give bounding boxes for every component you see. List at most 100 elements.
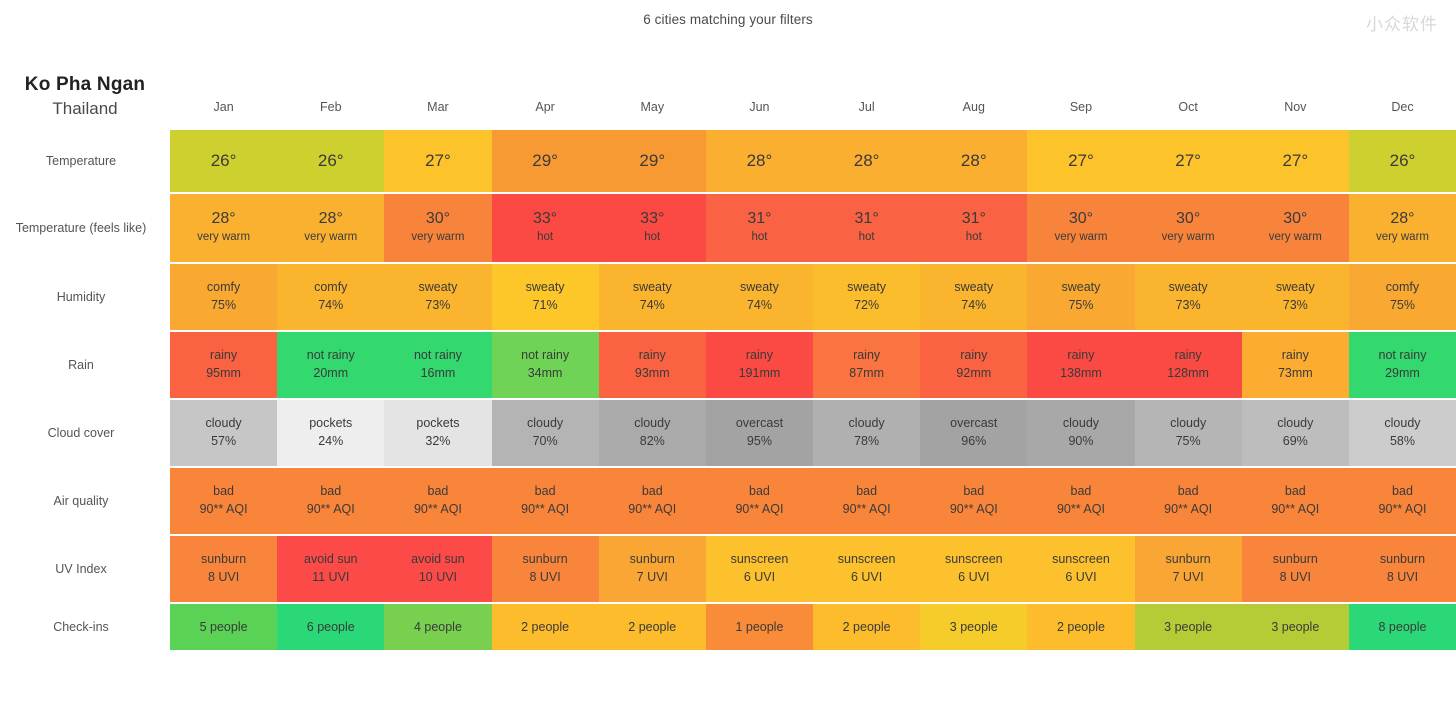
cell-air-quality-mar[interactable]: bad 90** AQI (384, 468, 492, 534)
cell-cloud-cover-oct[interactable]: cloudy 75% (1134, 400, 1242, 466)
cell-cloud-cover-apr[interactable]: cloudy 70% (491, 400, 599, 466)
cell-uv-index-feb[interactable]: avoid sun 11 UVI (277, 536, 385, 602)
cell-temperature-nov[interactable]: 27° (1241, 130, 1349, 192)
cell-humidity-sep[interactable]: sweaty 75% (1027, 264, 1135, 330)
cell-cloud-cover-may[interactable]: cloudy 82% (598, 400, 706, 466)
cell-temperature-jan[interactable]: 26° (170, 130, 278, 192)
cell-humidity-feb[interactable]: comfy 74% (277, 264, 385, 330)
row-label-air-quality[interactable]: Air quality (0, 468, 170, 534)
cell-temperature-feels-like-apr[interactable]: 33° hot (491, 194, 599, 262)
row-label-uv-index[interactable]: UV Index (0, 536, 170, 602)
cell-temperature-apr[interactable]: 29° (491, 130, 599, 192)
cell-cloud-cover-feb[interactable]: pockets 24% (277, 400, 385, 466)
cell-humidity-dec[interactable]: comfy 75% (1348, 264, 1456, 330)
cell-check-ins-apr[interactable]: 2 people (491, 604, 599, 650)
cell-temperature-feels-like-nov[interactable]: 30° very warm (1241, 194, 1349, 262)
cell-check-ins-feb[interactable]: 6 people (277, 604, 385, 650)
cell-uv-index-jan[interactable]: sunburn 8 UVI (170, 536, 278, 602)
month-label-jun[interactable]: Jun (706, 100, 813, 114)
cell-rain-jun[interactable]: rainy 191mm (705, 332, 814, 398)
cell-humidity-may[interactable]: sweaty 74% (598, 264, 706, 330)
cell-cloud-cover-aug[interactable]: overcast 96% (920, 400, 1028, 466)
cell-rain-aug[interactable]: rainy 92mm (920, 332, 1028, 398)
month-label-apr[interactable]: Apr (492, 100, 599, 114)
cell-temperature-mar[interactable]: 27° (384, 130, 492, 192)
cell-uv-index-apr[interactable]: sunburn 8 UVI (491, 536, 599, 602)
cell-check-ins-jul[interactable]: 2 people (813, 604, 921, 650)
cell-humidity-oct[interactable]: sweaty 73% (1134, 264, 1242, 330)
cell-rain-jul[interactable]: rainy 87mm (813, 332, 921, 398)
cell-uv-index-aug[interactable]: sunscreen 6 UVI (920, 536, 1028, 602)
cell-check-ins-jun[interactable]: 1 people (705, 604, 814, 650)
cell-humidity-jul[interactable]: sweaty 72% (813, 264, 921, 330)
cell-air-quality-oct[interactable]: bad 90** AQI (1134, 468, 1242, 534)
cell-cloud-cover-nov[interactable]: cloudy 69% (1241, 400, 1349, 466)
row-label-temperature-feels-like[interactable]: Temperature (feels like) (0, 194, 170, 262)
cell-temperature-feels-like-jul[interactable]: 31° hot (813, 194, 921, 262)
cell-temperature-dec[interactable]: 26° (1348, 130, 1456, 192)
row-label-check-ins[interactable]: Check-ins (0, 604, 170, 650)
cell-check-ins-jan[interactable]: 5 people (170, 604, 278, 650)
month-label-aug[interactable]: Aug (920, 100, 1027, 114)
cell-air-quality-jun[interactable]: bad 90** AQI (705, 468, 814, 534)
cell-cloud-cover-dec[interactable]: cloudy 58% (1348, 400, 1456, 466)
cell-uv-index-mar[interactable]: avoid sun 10 UVI (384, 536, 492, 602)
month-label-sep[interactable]: Sep (1027, 100, 1134, 114)
cell-check-ins-sep[interactable]: 2 people (1027, 604, 1135, 650)
cell-temperature-feels-like-mar[interactable]: 30° very warm (384, 194, 492, 262)
cell-temperature-oct[interactable]: 27° (1134, 130, 1242, 192)
cell-uv-index-jul[interactable]: sunscreen 6 UVI (813, 536, 921, 602)
cell-air-quality-nov[interactable]: bad 90** AQI (1241, 468, 1349, 534)
cell-temperature-feels-like-dec[interactable]: 28° very warm (1348, 194, 1456, 262)
month-label-dec[interactable]: Dec (1349, 100, 1456, 114)
cell-temperature-feels-like-jun[interactable]: 31° hot (705, 194, 814, 262)
cell-air-quality-sep[interactable]: bad 90** AQI (1027, 468, 1135, 534)
cell-uv-index-dec[interactable]: sunburn 8 UVI (1348, 536, 1456, 602)
cell-check-ins-mar[interactable]: 4 people (384, 604, 492, 650)
cell-cloud-cover-jul[interactable]: cloudy 78% (813, 400, 921, 466)
cell-rain-dec[interactable]: not rainy 29mm (1348, 332, 1456, 398)
cell-uv-index-may[interactable]: sunburn 7 UVI (598, 536, 706, 602)
cell-rain-oct[interactable]: rainy 128mm (1134, 332, 1242, 398)
cell-temperature-feb[interactable]: 26° (277, 130, 385, 192)
month-label-mar[interactable]: Mar (384, 100, 491, 114)
cell-temperature-feels-like-oct[interactable]: 30° very warm (1134, 194, 1242, 262)
month-label-jan[interactable]: Jan (170, 100, 277, 114)
month-label-nov[interactable]: Nov (1242, 100, 1349, 114)
cell-rain-feb[interactable]: not rainy 20mm (277, 332, 385, 398)
cell-air-quality-jul[interactable]: bad 90** AQI (813, 468, 921, 534)
cell-air-quality-aug[interactable]: bad 90** AQI (920, 468, 1028, 534)
cell-uv-index-sep[interactable]: sunscreen 6 UVI (1027, 536, 1135, 602)
cell-cloud-cover-jun[interactable]: overcast 95% (705, 400, 814, 466)
cell-rain-mar[interactable]: not rainy 16mm (384, 332, 492, 398)
month-label-feb[interactable]: Feb (277, 100, 384, 114)
cell-temperature-feels-like-aug[interactable]: 31° hot (920, 194, 1028, 262)
row-label-cloud-cover[interactable]: Cloud cover (0, 400, 170, 466)
month-label-may[interactable]: May (599, 100, 706, 114)
cell-humidity-apr[interactable]: sweaty 71% (491, 264, 599, 330)
cell-humidity-jun[interactable]: sweaty 74% (705, 264, 814, 330)
month-label-jul[interactable]: Jul (813, 100, 920, 114)
row-label-temperature[interactable]: Temperature (0, 130, 170, 192)
cell-cloud-cover-jan[interactable]: cloudy 57% (170, 400, 278, 466)
cell-check-ins-nov[interactable]: 3 people (1241, 604, 1349, 650)
cell-temperature-jun[interactable]: 28° (705, 130, 814, 192)
month-label-oct[interactable]: Oct (1135, 100, 1242, 114)
cell-humidity-mar[interactable]: sweaty 73% (384, 264, 492, 330)
cell-uv-index-oct[interactable]: sunburn 7 UVI (1134, 536, 1242, 602)
cell-air-quality-feb[interactable]: bad 90** AQI (277, 468, 385, 534)
row-label-humidity[interactable]: Humidity (0, 264, 170, 330)
cell-check-ins-may[interactable]: 2 people (598, 604, 706, 650)
cell-rain-sep[interactable]: rainy 138mm (1027, 332, 1135, 398)
cell-uv-index-nov[interactable]: sunburn 8 UVI (1241, 536, 1349, 602)
cell-rain-jan[interactable]: rainy 95mm (170, 332, 278, 398)
cell-cloud-cover-mar[interactable]: pockets 32% (384, 400, 492, 466)
cell-temperature-may[interactable]: 29° (598, 130, 706, 192)
cell-air-quality-dec[interactable]: bad 90** AQI (1348, 468, 1456, 534)
cell-air-quality-apr[interactable]: bad 90** AQI (491, 468, 599, 534)
cell-humidity-nov[interactable]: sweaty 73% (1241, 264, 1349, 330)
cell-humidity-aug[interactable]: sweaty 74% (920, 264, 1028, 330)
cell-air-quality-jan[interactable]: bad 90** AQI (170, 468, 278, 534)
cell-air-quality-may[interactable]: bad 90** AQI (598, 468, 706, 534)
row-label-rain[interactable]: Rain (0, 332, 170, 398)
